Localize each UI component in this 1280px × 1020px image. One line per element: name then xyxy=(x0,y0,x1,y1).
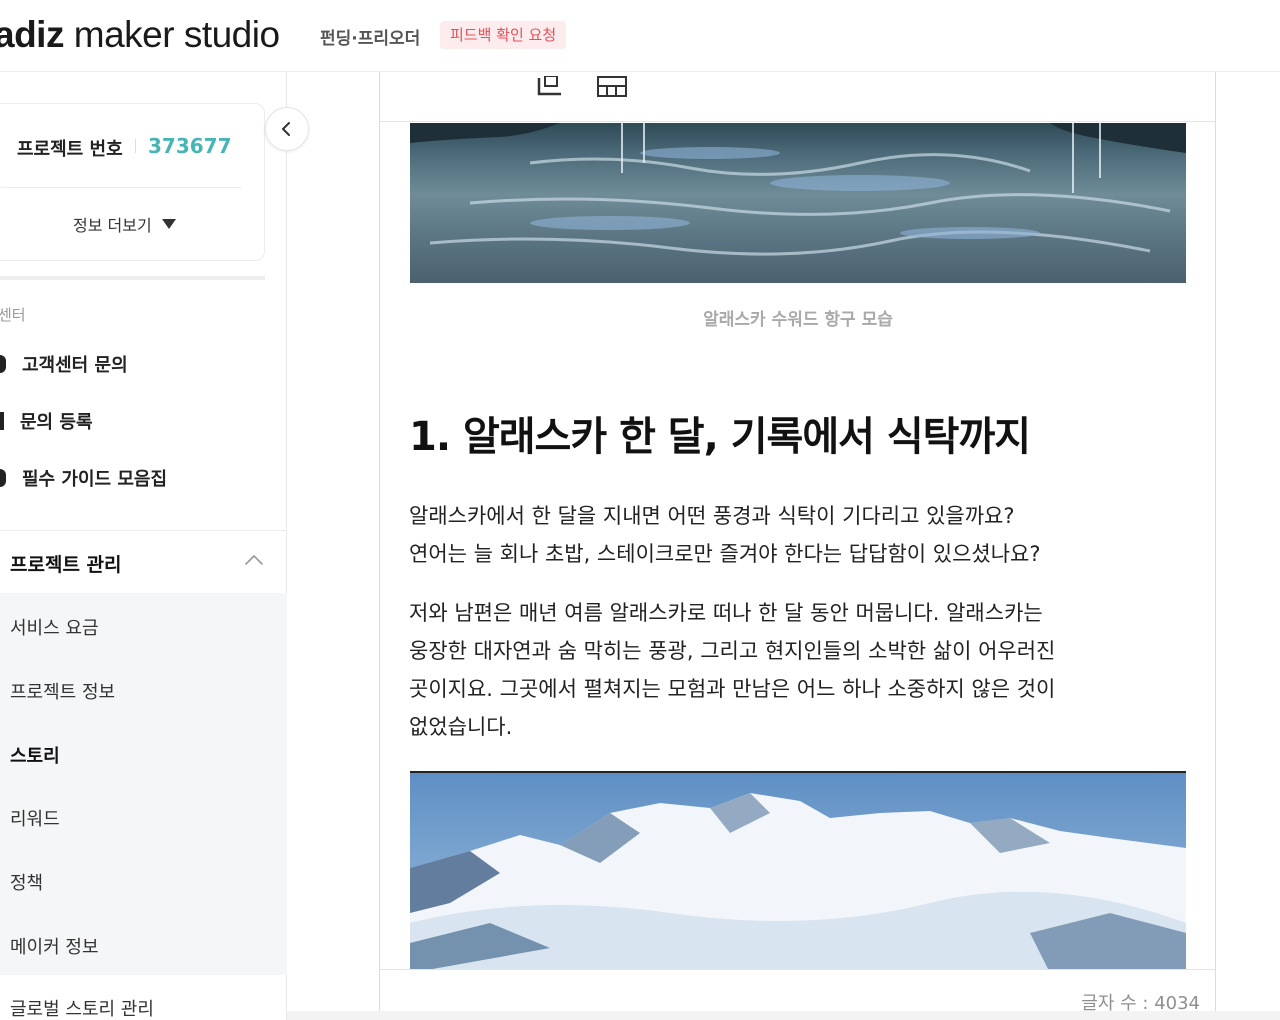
photo-caption: 알래스카 수워드 항구 모습 xyxy=(703,310,893,330)
harbor-photo[interactable] xyxy=(410,123,1186,283)
table-insert-icon[interactable] xyxy=(597,76,627,98)
sidebar-item-global-story[interactable]: 글로벌 스토리 관리 xyxy=(10,995,154,1020)
project-number-label: 프로젝트 번호 xyxy=(17,139,123,160)
mountain-photo-illustration xyxy=(410,793,1186,971)
support-section-label: 센터 xyxy=(0,306,26,324)
image-insert-icon[interactable] xyxy=(537,76,565,98)
divider xyxy=(0,530,287,531)
chevron-left-icon xyxy=(282,122,290,136)
sidebar-item-inquiry-register[interactable]: 문의 등록 xyxy=(0,408,93,434)
editor-toolbar xyxy=(380,72,1215,122)
funding-type-label: 펀딩·프리오더 xyxy=(320,29,421,49)
bottom-scroll-area xyxy=(287,1011,1280,1020)
divider xyxy=(1,187,241,188)
mountain-photo[interactable] xyxy=(410,771,1186,971)
app-logo[interactable]: adiz maker studio xyxy=(0,14,280,56)
story-heading: 1. 알래스카 한 달, 기록에서 식탁까지 xyxy=(409,414,1031,460)
harbor-photo-illustration xyxy=(410,123,1186,256)
feedback-status-badge[interactable]: 피드백 확인 요청 xyxy=(440,21,567,49)
project-card: 프로젝트 번호 373677 정보 더보기 xyxy=(0,103,265,261)
project-management-submenu: 서비스 요금 프로젝트 정보 스토리 리워드 정책 메이커 정보 xyxy=(0,593,287,975)
project-number: 373677 xyxy=(148,134,232,158)
divider xyxy=(135,139,136,153)
project-management-header[interactable]: 프로젝트 관리 xyxy=(10,550,122,577)
sidebar: 프로젝트 번호 373677 정보 더보기 센터 고객센터 문의 문의 등록 필… xyxy=(0,72,309,1020)
sidebar-item-guide-collection[interactable]: 필수 가이드 모음집 xyxy=(0,465,167,491)
guide-icon xyxy=(0,469,6,487)
section-divider xyxy=(0,276,265,280)
collapse-sidebar-button[interactable] xyxy=(265,107,309,151)
story-editor[interactable]: 알래스카 수워드 항구 모습 1. 알래스카 한 달, 기록에서 식탁까지 알래… xyxy=(379,72,1216,1020)
headset-icon xyxy=(0,355,6,373)
sidebar-item-service-fee[interactable]: 서비스 요금 xyxy=(10,614,99,640)
triangle-down-icon xyxy=(161,219,176,229)
story-paragraph-2: 저와 남편은 매년 여름 알래스카로 떠나 한 달 동안 머뭅니다. 알래스카는… xyxy=(409,601,1056,739)
more-info-button[interactable]: 정보 더보기 xyxy=(73,212,176,236)
sidebar-item-story[interactable]: 스토리 xyxy=(10,742,60,768)
more-info-label: 정보 더보기 xyxy=(73,216,152,235)
sidebar-item-customer-center[interactable]: 고객센터 문의 xyxy=(0,351,128,377)
sidebar-item-reward[interactable]: 리워드 xyxy=(10,805,60,831)
sidebar-item-maker-info[interactable]: 메이커 정보 xyxy=(10,933,99,959)
document-icon xyxy=(0,412,4,430)
app-header: adiz maker studio 펀딩·프리오더 피드백 확인 요청 xyxy=(0,0,1280,72)
sidebar-item-project-info[interactable]: 프로젝트 정보 xyxy=(10,678,115,704)
sidebar-item-policy[interactable]: 정책 xyxy=(10,869,43,895)
story-paragraph-1: 알래스카에서 한 달을 지내면 어떤 풍경과 식탁이 기다리고 있을까요? 연어… xyxy=(409,504,1041,566)
chevron-up-icon[interactable] xyxy=(244,554,264,566)
